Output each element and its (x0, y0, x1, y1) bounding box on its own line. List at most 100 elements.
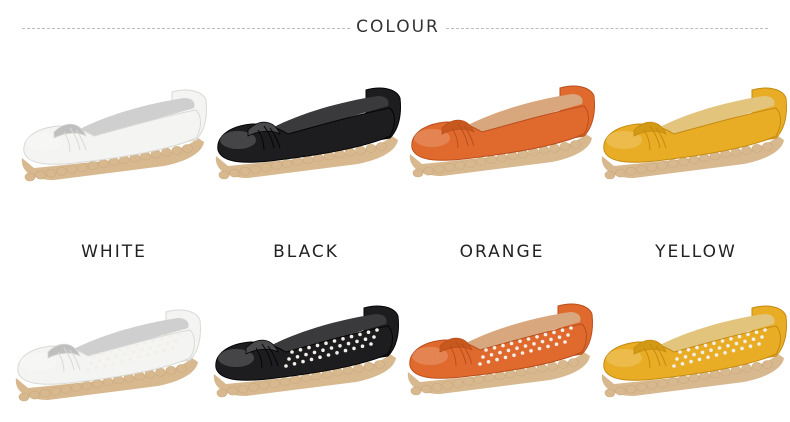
sole-lug (71, 383, 82, 392)
sole-lug (171, 146, 183, 155)
sole-lug (473, 375, 485, 384)
perforation-hole (549, 337, 553, 342)
colour-header: COLOUR (0, 14, 790, 42)
perforation-hole (709, 348, 713, 352)
perforation-hole (546, 344, 550, 349)
perforation-hole (554, 342, 559, 346)
sole-lug (486, 155, 497, 164)
perforation-hole (695, 345, 699, 350)
perforation-hole (157, 343, 161, 348)
shoe-orange-perforated[interactable] (400, 294, 596, 404)
perforation-hole (566, 333, 570, 337)
perforation-hole (560, 328, 565, 332)
sole-lug (279, 377, 291, 386)
sole-lug (433, 164, 445, 174)
sole-lug (570, 140, 581, 149)
sole-lug (762, 142, 773, 151)
shoe-yellow-closed[interactable] (594, 78, 790, 188)
perforation-hole (489, 353, 494, 357)
header-divider-left (22, 28, 350, 29)
sole-lug (161, 148, 172, 157)
perforation-hole (515, 346, 519, 350)
sole-lug (559, 142, 571, 151)
perforation-hole (675, 357, 679, 361)
perforation-hole (486, 360, 491, 364)
sole-lug (281, 159, 293, 168)
perforation-hole (352, 346, 356, 351)
sole-lug (56, 167, 67, 176)
sole-lug (636, 383, 647, 392)
perforation-hole (290, 350, 294, 354)
perforation-hole (372, 335, 376, 339)
shoe-white-perforated[interactable] (8, 300, 204, 410)
perforation-hole (343, 348, 348, 353)
perforation-hole (140, 348, 144, 352)
sole-lug (646, 163, 658, 172)
perforation-hole (358, 332, 362, 337)
perforation-hole (128, 357, 133, 361)
sole-lug (431, 382, 443, 392)
shoe-black-perforated[interactable] (206, 296, 402, 406)
perforation-hole (307, 345, 311, 350)
perforation-hole (92, 354, 96, 358)
perforation-hole (103, 363, 107, 368)
perforation-hole (720, 339, 725, 343)
perforation-hole (375, 328, 379, 332)
perforation-hole (154, 350, 158, 355)
sole-lug (216, 388, 228, 398)
perforation-hole (295, 355, 300, 359)
perforation-hole (304, 352, 308, 357)
perforation-hole (355, 339, 359, 344)
sole-lug (292, 157, 303, 166)
perforation-hole (165, 341, 170, 345)
perforation-hole (369, 342, 373, 346)
perforation-hole (86, 368, 90, 372)
sole-lug (24, 172, 36, 182)
perforation-hole (712, 341, 716, 345)
sole-lug (678, 157, 689, 166)
perforation-hole (506, 348, 511, 353)
shoe-black-closed[interactable] (208, 78, 404, 188)
sole-lug (365, 144, 377, 153)
sole-lug (50, 387, 61, 396)
sole-lug (475, 157, 487, 166)
perforation-hole (523, 344, 528, 348)
shoe-yellow-perforated[interactable] (594, 296, 790, 406)
perforation-hole (160, 336, 164, 341)
sole-lug (549, 144, 560, 153)
perforation-hole (478, 362, 482, 366)
sole-lug (290, 375, 301, 384)
perforation-hole (540, 339, 545, 344)
perforation-hole (145, 352, 150, 357)
perforation-hole (335, 351, 339, 355)
shoe-white-closed[interactable] (14, 80, 210, 190)
perforation-hole (700, 350, 705, 355)
sole-lug (18, 392, 30, 402)
sole-lug (66, 165, 78, 174)
perforation-hole (569, 326, 573, 330)
sole-lug (250, 165, 261, 174)
perforation-hole (680, 362, 685, 366)
sole-lug (165, 366, 177, 375)
sole-lug (442, 381, 453, 390)
perforation-hole (543, 332, 548, 337)
sole-lug (227, 386, 238, 396)
perforation-hole (315, 343, 320, 348)
perforation-hole (746, 332, 750, 337)
sole-lug (657, 379, 668, 388)
perforation-hole (509, 341, 514, 346)
perforation-hole (537, 346, 542, 351)
perforation-hole (706, 355, 710, 359)
perforation-hole (754, 330, 759, 334)
sole-lug (463, 377, 474, 386)
sole-lug (98, 159, 109, 168)
sole-lug (87, 161, 99, 170)
colour-heading: COLOUR (356, 17, 440, 37)
shoe-orange-closed[interactable] (402, 76, 598, 186)
sole-lug (248, 383, 259, 392)
sole-lug (81, 381, 93, 390)
perforation-hole (117, 347, 122, 352)
sole-lug (452, 379, 464, 388)
perforation-hole (162, 348, 167, 352)
perforation-hole (734, 341, 739, 346)
